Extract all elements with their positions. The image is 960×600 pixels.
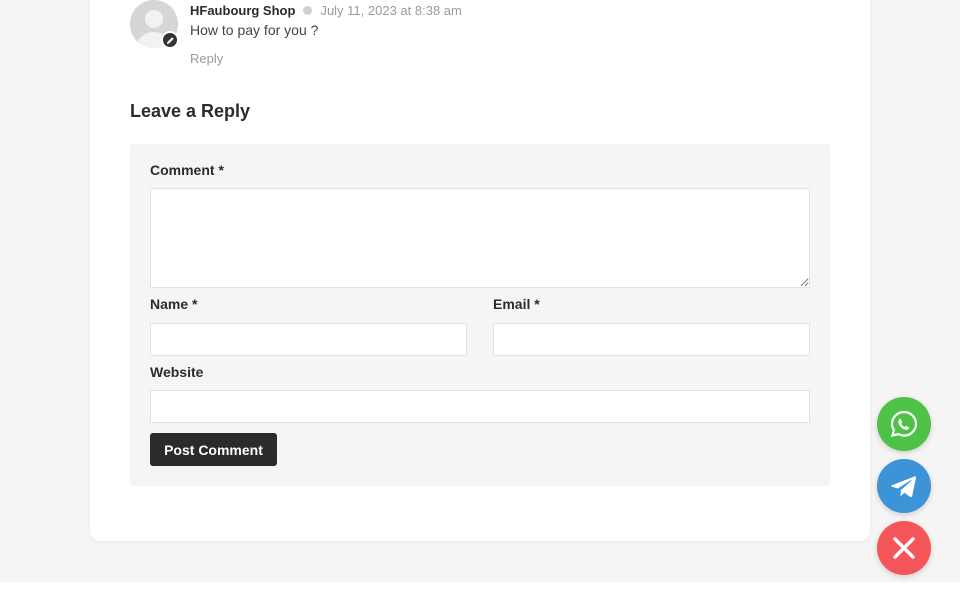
telegram-icon (891, 476, 917, 498)
separator-dot-icon (303, 6, 313, 15)
page-footer-strip (0, 582, 960, 600)
telegram-button[interactable] (877, 459, 931, 513)
reply-link[interactable]: Reply (190, 51, 223, 66)
whatsapp-button[interactable] (877, 397, 931, 451)
close-icon (893, 537, 915, 559)
email-input[interactable] (493, 323, 810, 356)
website-label: Website (150, 364, 204, 380)
reply-title: Leave a Reply (130, 101, 251, 121)
whatsapp-icon (890, 410, 918, 438)
name-label: Name * (150, 296, 198, 312)
comment-text: How to pay for you ? (190, 22, 319, 38)
email-label: Email * (493, 296, 540, 312)
comment-label: Comment * (150, 162, 224, 178)
name-input[interactable] (150, 323, 467, 356)
post-comment-button[interactable]: Post Comment (150, 433, 277, 466)
close-button[interactable] (877, 521, 931, 575)
comment-date[interactable]: July 11, 2023 at 8:38 am (320, 3, 461, 18)
comment-meta: HFaubourg Shop July 11, 2023 at 8:38 am (190, 3, 462, 18)
website-input[interactable] (150, 390, 810, 423)
author-pencil-icon (161, 31, 179, 49)
comment-textarea[interactable] (150, 188, 810, 288)
comment-author[interactable]: HFaubourg Shop (190, 3, 295, 18)
